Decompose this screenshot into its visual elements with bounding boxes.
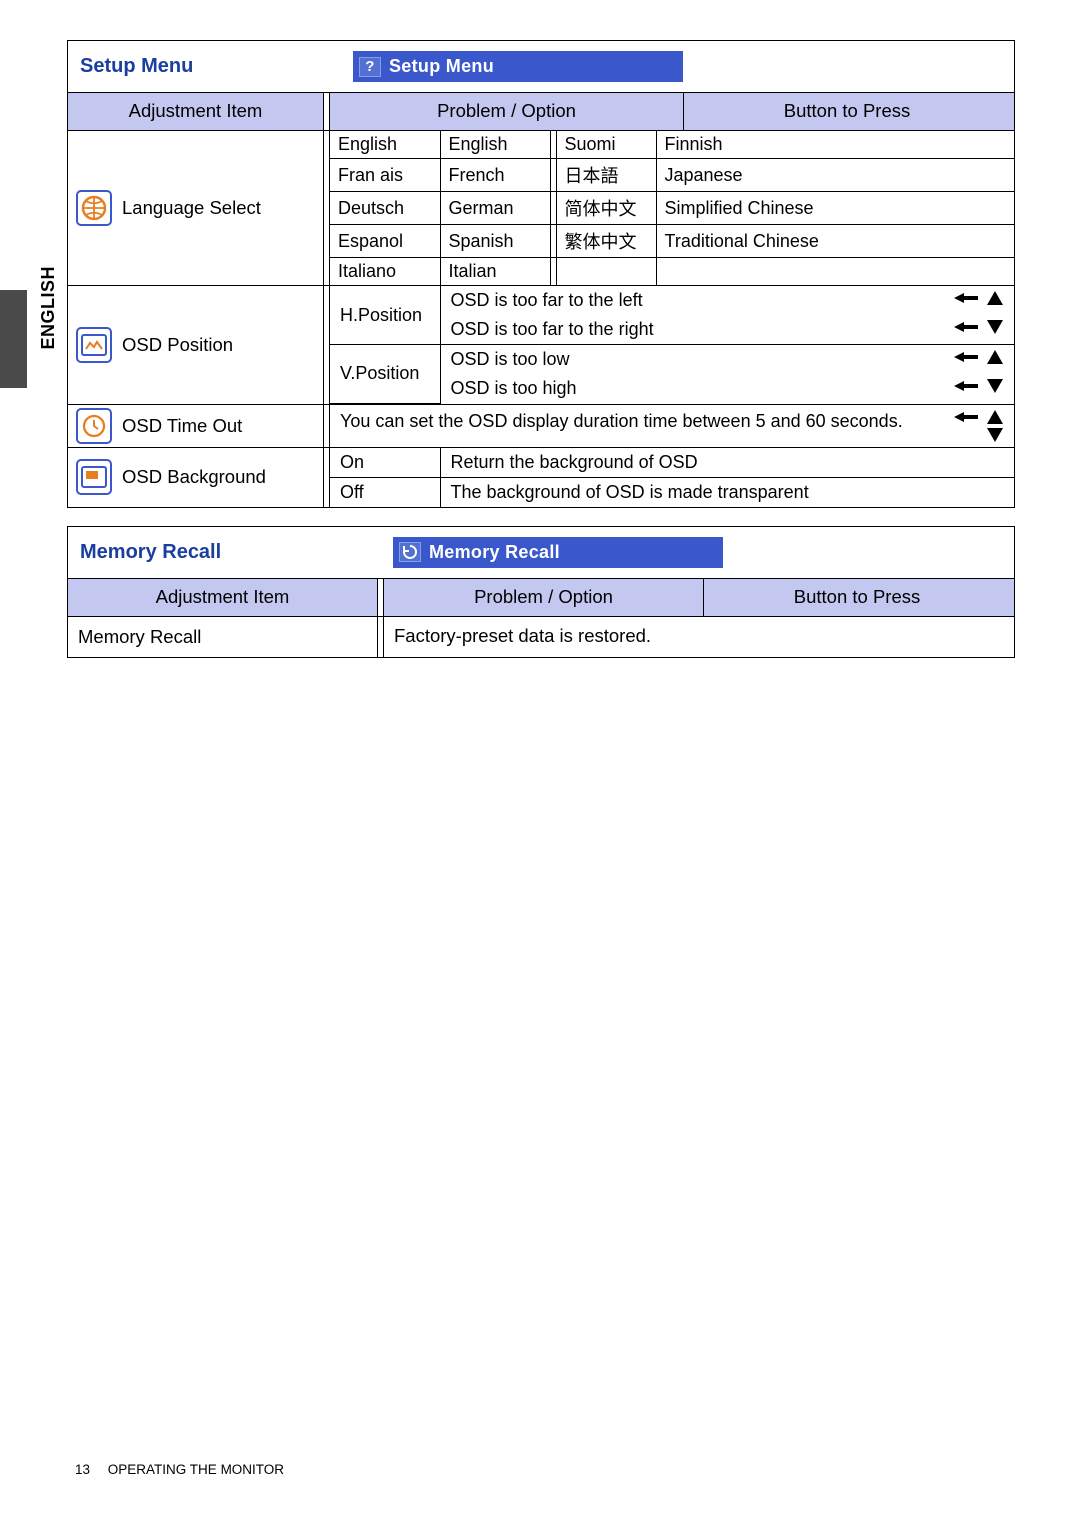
memory-recall-block: Memory Recall Memory Recall Adjustment I… [67, 526, 1015, 658]
osd-position-label: OSD Position [122, 334, 233, 356]
row-osd-position: OSD Position H.Position OSD is too far t… [68, 286, 1014, 405]
osd-position-table: H.Position OSD is too far to the left OS… [330, 286, 1014, 404]
header-button-to-press: Button to Press [704, 579, 1010, 616]
language-side-label: ENGLISH [38, 266, 59, 350]
button-left-down [944, 378, 1004, 394]
header-adjustment-item: Adjustment Item [68, 579, 378, 616]
lang-en2: Traditional Chinese [656, 225, 1014, 258]
header-problem-option: Problem / Option [330, 93, 684, 130]
button-left-down [944, 319, 1004, 335]
lang-native: Italiano [330, 258, 440, 286]
osd-position-icon [76, 327, 112, 363]
lang-native2: 繁体中文 [556, 225, 656, 258]
language-select-label: Language Select [122, 197, 261, 219]
header-button-to-press: Button to Press [684, 93, 1010, 130]
page-number: 13 [75, 1462, 90, 1477]
vposition-label: V.Position [330, 345, 440, 404]
lang-native2: 简体中文 [556, 192, 656, 225]
osd-timeout-desc: You can set the OSD display duration tim… [330, 405, 924, 447]
lang-en2: Japanese [656, 159, 1014, 192]
hposition-right: OSD is too far to the right [440, 315, 934, 345]
osd-timeout-label: OSD Time Out [122, 415, 242, 437]
side-tab [0, 290, 27, 388]
lang-native: Deutsch [330, 192, 440, 225]
bg-on-key: On [330, 448, 440, 478]
vposition-low: OSD is too low [440, 345, 934, 375]
lang-en: Spanish [440, 225, 550, 258]
lang-en: Italian [440, 258, 550, 286]
osd-background-table: On Return the background of OSD Off The … [330, 448, 1014, 507]
question-icon: ? [359, 57, 381, 77]
setup-menu-title: Setup Menu [68, 55, 353, 78]
section-title: OPERATING THE MONITOR [108, 1462, 284, 1477]
setup-header-row: Adjustment Item Problem / Option Button … [68, 93, 1014, 131]
bg-on-val: Return the background of OSD [440, 448, 1014, 478]
row-osd-background: OSD Background On Return the background … [68, 448, 1014, 507]
hposition-label: H.Position [330, 286, 440, 345]
lang-en: French [440, 159, 550, 192]
lang-native2: 日本語 [556, 159, 656, 192]
memory-recall-desc: Factory-preset data is restored. [384, 617, 1014, 657]
lang-native: Fran ais [330, 159, 440, 192]
memory-recall-title: Memory Recall [68, 541, 393, 564]
row-memory-recall: Memory Recall Factory-preset data is res… [68, 617, 1014, 657]
button-left-up [934, 409, 1004, 425]
osd-background-icon [76, 459, 112, 495]
recall-icon [399, 542, 421, 562]
button-down [934, 427, 1004, 443]
clock-icon [76, 408, 112, 444]
header-adjustment-item: Adjustment Item [68, 93, 324, 130]
button-left-up [944, 349, 1004, 365]
vposition-high: OSD is too high [440, 374, 934, 403]
lang-native: English [330, 131, 440, 159]
header-problem-option: Problem / Option [384, 579, 704, 616]
language-table: English English Suomi Finnish Fran ais F… [330, 131, 1014, 285]
globe-icon [76, 190, 112, 226]
button-left-up [944, 290, 1004, 306]
setup-menu-badge: ? Setup Menu [353, 51, 683, 82]
memory-recall-badge-label: Memory Recall [429, 542, 560, 563]
bg-off-key: Off [330, 477, 440, 507]
row-language-select: Language Select English English Suomi Fi… [68, 131, 1014, 286]
lang-en: English [440, 131, 550, 159]
memory-recall-row-label: Memory Recall [68, 617, 378, 657]
osd-background-label: OSD Background [122, 466, 266, 488]
setup-menu-block: Setup Menu ? Setup Menu Adjustment Item … [67, 40, 1015, 508]
hposition-left: OSD is too far to the left [440, 286, 934, 315]
memory-recall-badge: Memory Recall [393, 537, 723, 568]
page-footer: 13 OPERATING THE MONITOR [75, 1462, 284, 1477]
lang-en: German [440, 192, 550, 225]
recall-header-row: Adjustment Item Problem / Option Button … [68, 579, 1014, 617]
lang-en2: Simplified Chinese [656, 192, 1014, 225]
lang-native2: Suomi [556, 131, 656, 159]
row-osd-timeout: OSD Time Out You can set the OSD display… [68, 405, 1014, 448]
lang-native: Espanol [330, 225, 440, 258]
setup-menu-badge-label: Setup Menu [389, 56, 494, 77]
lang-en2: Finnish [656, 131, 1014, 159]
bg-off-val: The background of OSD is made transparen… [440, 477, 1014, 507]
